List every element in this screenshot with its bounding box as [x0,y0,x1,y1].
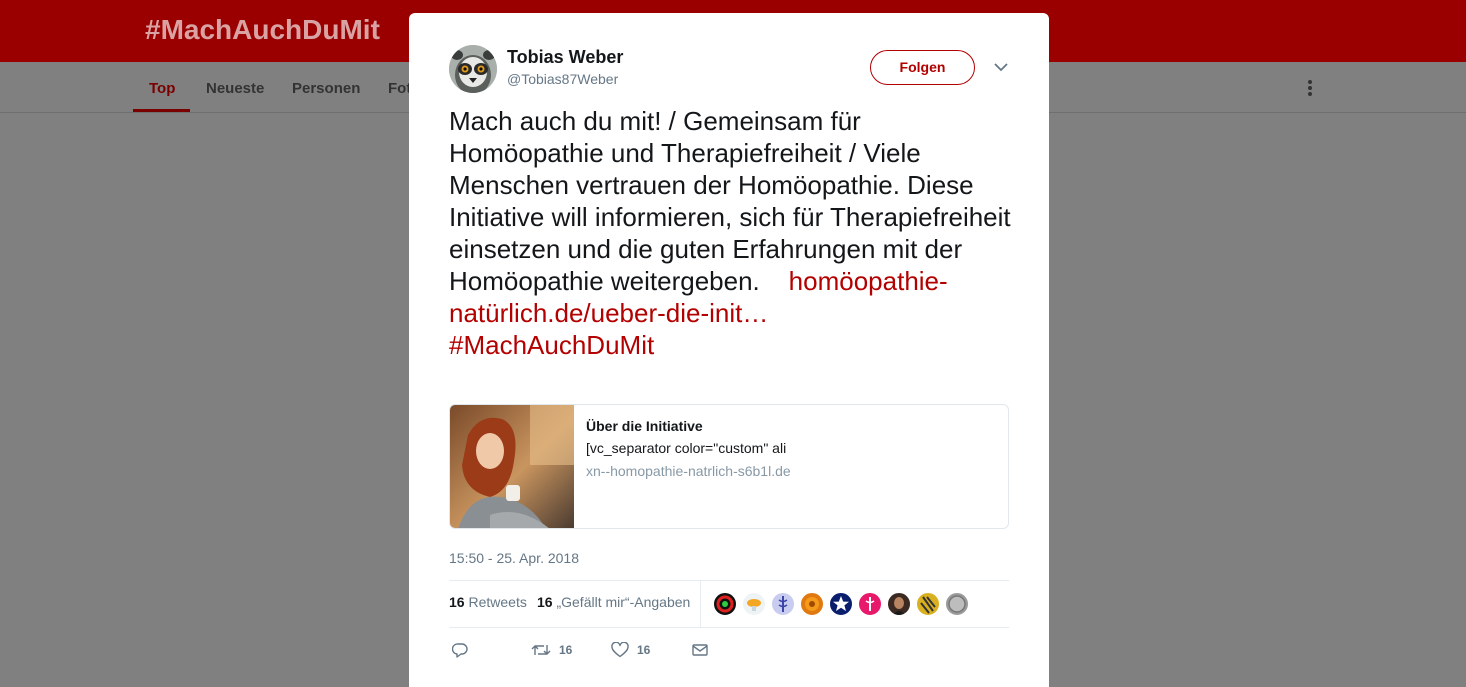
likes-count: 16 [537,594,553,610]
card-thumbnail [450,405,574,528]
tweet-hashtag[interactable]: #MachAuchDuMit [449,330,654,360]
tweet-modal: Tobias Weber @Tobias87Weber Folgen Mach … [409,13,1049,687]
retweets-label: Retweets [468,594,527,610]
tab-photos[interactable]: Fot [388,80,411,97]
follow-button[interactable]: Folgen [870,50,975,85]
liker-avatar-3[interactable] [770,591,796,617]
liker-avatar-4[interactable] [799,591,825,617]
retweets-count: 16 [449,594,465,610]
chevron-down-icon[interactable] [993,61,1009,73]
author-handle[interactable]: @Tobias87Weber [507,71,618,87]
retweets-stat[interactable]: 16 Retweets [449,594,527,610]
tweet-text: Mach auch du mit! / Gemeinsam für Homöop… [449,105,1019,361]
like-action-count: 16 [637,643,651,657]
tab-people[interactable]: Personen [292,80,360,97]
liker-avatar-6[interactable] [857,591,883,617]
divider [449,580,1009,581]
link-preview-card[interactable]: Über die Initiative [vc_separator color=… [449,404,1009,529]
card-title: Über die Initiative [586,418,703,434]
liker-avatar-1[interactable] [712,591,738,617]
reply-button[interactable] [452,640,468,660]
card-domain: xn--homopathie-natrlich-s6b1l.de [586,463,791,479]
likes-stat[interactable]: 16 „Gefällt mir“-Angaben [537,594,690,610]
tab-latest[interactable]: Neueste [206,80,264,97]
active-tab-indicator [133,109,190,112]
vertical-dots-icon[interactable] [1304,78,1316,98]
tweet-timestamp[interactable]: 15:50 - 25. Apr. 2018 [449,550,579,566]
retweet-action-count: 16 [559,643,573,657]
liker-avatar-8[interactable] [915,591,941,617]
woman-photo-icon [450,405,574,528]
avatar[interactable] [449,45,497,93]
like-button[interactable]: 16 [611,640,650,660]
likes-label: „Gefällt mir“-Angaben [556,594,691,610]
liker-avatar-9[interactable] [944,591,970,617]
tab-top[interactable]: Top [149,80,175,97]
liker-avatar-5[interactable] [828,591,854,617]
heart-icon [611,642,629,658]
search-hashtag-title: #MachAuchDuMit [145,14,380,45]
divider [449,627,1009,628]
liker-avatar-7[interactable] [886,591,912,617]
card-description: [vc_separator color="custom" ali [586,440,787,456]
lemur-avatar-icon [449,45,497,93]
envelope-icon [692,644,708,656]
stats-separator [700,581,701,627]
retweet-button[interactable]: 16 [531,640,572,660]
retweet-icon [531,645,551,655]
author-name[interactable]: Tobias Weber [507,47,623,68]
liker-avatar-2[interactable] [741,591,767,617]
reply-icon [452,643,468,658]
direct-message-button[interactable] [692,640,708,660]
